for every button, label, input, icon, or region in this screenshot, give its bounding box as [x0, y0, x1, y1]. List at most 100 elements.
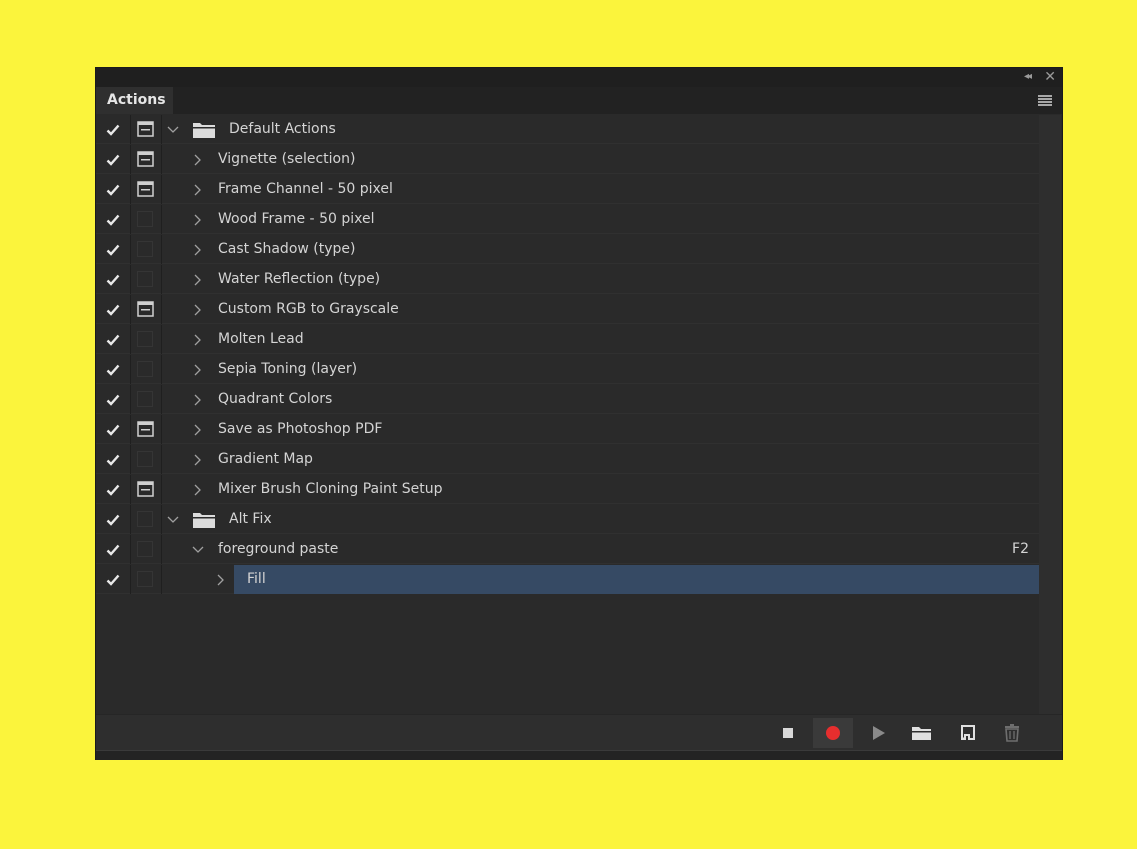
folder-icon	[193, 123, 215, 138]
toggle-item-checkbox[interactable]	[96, 445, 131, 474]
toggle-dialog-checkbox[interactable]	[131, 115, 162, 144]
tab-actions[interactable]: Actions	[96, 87, 173, 114]
toggle-item-checkbox[interactable]	[96, 175, 131, 204]
toggle-item-checkbox[interactable]	[96, 115, 131, 144]
create-set-button[interactable]	[901, 718, 941, 748]
toggle-item-checkbox[interactable]	[96, 385, 131, 414]
row-label: Wood Frame - 50 pixel	[218, 211, 375, 227]
command-row[interactable]: Fill	[96, 565, 1039, 594]
checkmark-icon	[106, 484, 120, 496]
chevron-right-icon[interactable]	[191, 303, 205, 317]
action-row[interactable]: Cast Shadow (type)	[96, 235, 1039, 264]
action-row[interactable]: Quadrant Colors	[96, 385, 1039, 414]
action-row[interactable]: Custom RGB to Grayscale	[96, 295, 1039, 324]
row-label: Mixer Brush Cloning Paint Setup	[218, 481, 443, 497]
chevron-down-icon[interactable]	[166, 123, 180, 137]
toggle-item-checkbox[interactable]	[96, 325, 131, 354]
action-row[interactable]: Save as Photoshop PDF	[96, 415, 1039, 444]
checkmark-icon	[106, 454, 120, 466]
toggle-dialog-checkbox[interactable]	[131, 145, 162, 174]
new-action-icon	[961, 725, 975, 740]
row-label: Default Actions	[229, 121, 336, 137]
toggle-dialog-checkbox[interactable]	[131, 205, 162, 234]
toggle-item-checkbox[interactable]	[96, 295, 131, 324]
checkmark-icon	[106, 124, 120, 136]
stop-icon	[783, 728, 793, 738]
play-icon	[873, 726, 885, 740]
trash-icon	[1005, 724, 1019, 742]
chevron-right-icon[interactable]	[191, 483, 205, 497]
action-set-row[interactable]: Default Actions	[96, 115, 1039, 144]
close-panel-icon[interactable]: ✕	[1044, 70, 1056, 84]
dialog-toggle-icon	[137, 151, 154, 167]
toggle-item-checkbox[interactable]	[96, 475, 131, 504]
action-row[interactable]: Molten Lead	[96, 325, 1039, 354]
toggle-dialog-checkbox[interactable]	[131, 385, 162, 414]
dialog-toggle-icon	[137, 421, 154, 437]
action-row[interactable]: foreground paste F2	[96, 535, 1039, 564]
chevron-right-icon[interactable]	[191, 423, 205, 437]
action-row[interactable]: Wood Frame - 50 pixel	[96, 205, 1039, 234]
scrollbar[interactable]	[1039, 115, 1061, 714]
record-button[interactable]	[813, 718, 853, 748]
chevron-right-icon[interactable]	[191, 183, 205, 197]
action-set-row[interactable]: Alt Fix	[96, 505, 1039, 534]
chevron-down-icon[interactable]	[191, 543, 205, 557]
chevron-right-icon[interactable]	[191, 273, 205, 287]
toggle-dialog-checkbox[interactable]	[131, 265, 162, 294]
action-row[interactable]: Water Reflection (type)	[96, 265, 1039, 294]
panel-bottom-edge	[96, 750, 1062, 760]
checkmark-icon	[106, 544, 120, 556]
collapse-panel-icon[interactable]: ◂◂	[1024, 70, 1032, 84]
action-row[interactable]: Vignette (selection)	[96, 145, 1039, 174]
toggle-item-checkbox[interactable]	[96, 265, 131, 294]
chevron-right-icon[interactable]	[191, 153, 205, 167]
empty-dialog-box	[137, 451, 153, 467]
toggle-dialog-checkbox[interactable]	[131, 445, 162, 474]
action-row[interactable]: Sepia Toning (layer)	[96, 355, 1039, 384]
checkmark-icon	[106, 244, 120, 256]
checkmark-icon	[106, 514, 120, 526]
toggle-dialog-checkbox[interactable]	[131, 535, 162, 564]
folder-icon	[912, 727, 931, 740]
empty-dialog-box	[137, 511, 153, 527]
toggle-item-checkbox[interactable]	[96, 535, 131, 564]
toggle-dialog-checkbox[interactable]	[131, 325, 162, 354]
action-row[interactable]: Mixer Brush Cloning Paint Setup	[96, 475, 1039, 504]
create-action-button[interactable]	[948, 718, 988, 748]
action-row[interactable]: Frame Channel - 50 pixel	[96, 175, 1039, 204]
toggle-dialog-checkbox[interactable]	[131, 565, 162, 594]
toggle-item-checkbox[interactable]	[96, 235, 131, 264]
toggle-item-checkbox[interactable]	[96, 355, 131, 384]
delete-button[interactable]	[992, 718, 1032, 748]
stop-button[interactable]	[768, 718, 808, 748]
row-label: Save as Photoshop PDF	[218, 421, 383, 437]
toggle-item-checkbox[interactable]	[96, 415, 131, 444]
toggle-item-checkbox[interactable]	[96, 145, 131, 174]
selection-highlight	[234, 565, 1039, 594]
chevron-right-icon[interactable]	[191, 213, 205, 227]
chevron-right-icon[interactable]	[191, 393, 205, 407]
chevron-right-icon[interactable]	[191, 333, 205, 347]
toggle-dialog-checkbox[interactable]	[131, 505, 162, 534]
toggle-item-checkbox[interactable]	[96, 505, 131, 534]
chevron-right-icon[interactable]	[191, 453, 205, 467]
chevron-right-icon[interactable]	[191, 243, 205, 257]
toggle-dialog-checkbox[interactable]	[131, 355, 162, 384]
chevron-right-icon[interactable]	[214, 573, 228, 587]
actions-list: Default Actions Vignette (selection) Frame…	[96, 115, 1039, 597]
toggle-dialog-checkbox[interactable]	[131, 235, 162, 264]
play-button[interactable]	[858, 718, 898, 748]
empty-dialog-box	[137, 331, 153, 347]
toggle-item-checkbox[interactable]	[96, 565, 131, 594]
row-label: Quadrant Colors	[218, 391, 333, 407]
toggle-dialog-checkbox[interactable]	[131, 475, 162, 504]
action-row[interactable]: Gradient Map	[96, 445, 1039, 474]
toggle-dialog-checkbox[interactable]	[131, 295, 162, 324]
panel-menu-icon[interactable]	[1038, 95, 1052, 107]
toggle-item-checkbox[interactable]	[96, 205, 131, 234]
toggle-dialog-checkbox[interactable]	[131, 415, 162, 444]
chevron-right-icon[interactable]	[191, 363, 205, 377]
toggle-dialog-checkbox[interactable]	[131, 175, 162, 204]
chevron-down-icon[interactable]	[166, 513, 180, 527]
